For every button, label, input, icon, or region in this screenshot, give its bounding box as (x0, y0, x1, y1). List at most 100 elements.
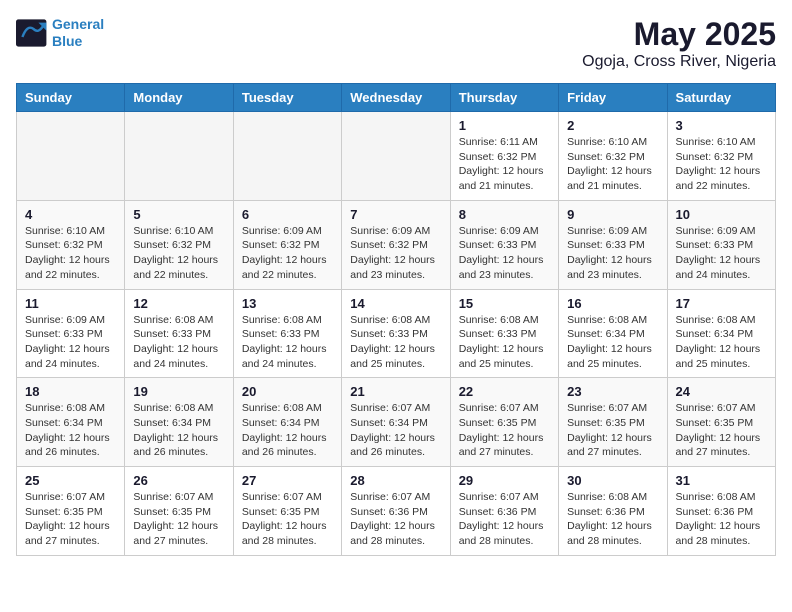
day-info: Sunrise: 6:10 AM Sunset: 6:32 PM Dayligh… (567, 135, 658, 194)
table-row (342, 112, 450, 201)
day-number: 24 (676, 384, 767, 399)
header-monday: Monday (125, 84, 233, 112)
day-info: Sunrise: 6:09 AM Sunset: 6:33 PM Dayligh… (567, 224, 658, 283)
day-number: 18 (25, 384, 116, 399)
table-row: 7 Sunrise: 6:09 AM Sunset: 6:32 PM Daylig… (342, 200, 450, 289)
day-number: 26 (133, 473, 224, 488)
table-row: 29Sunrise: 6:07 AM Sunset: 6:36 PM Dayli… (450, 467, 558, 556)
day-info: Sunrise: 6:08 AM Sunset: 6:34 PM Dayligh… (567, 313, 658, 372)
table-row: 15Sunrise: 6:08 AM Sunset: 6:33 PM Dayli… (450, 289, 558, 378)
day-info: Sunrise: 6:08 AM Sunset: 6:34 PM Dayligh… (133, 401, 224, 460)
table-row (233, 112, 341, 201)
day-number: 7 (350, 207, 441, 222)
day-info: Sunrise: 6:07 AM Sunset: 6:36 PM Dayligh… (350, 490, 441, 549)
page-header: General Blue May 2025 Ogoja, Cross River… (16, 16, 776, 71)
table-row: 14Sunrise: 6:08 AM Sunset: 6:33 PM Dayli… (342, 289, 450, 378)
table-row: 20Sunrise: 6:08 AM Sunset: 6:34 PM Dayli… (233, 378, 341, 467)
header-tuesday: Tuesday (233, 84, 341, 112)
day-info: Sunrise: 6:09 AM Sunset: 6:33 PM Dayligh… (25, 313, 116, 372)
table-row: 28 Sunrise: 6:07 AM Sunset: 6:36 PM Dayli… (342, 467, 450, 556)
calendar-subtitle: Ogoja, Cross River, Nigeria (582, 53, 776, 71)
table-row: 5 Sunrise: 6:10 AM Sunset: 6:32 PM Daylig… (125, 200, 233, 289)
day-number: 6 (242, 207, 333, 222)
day-number: 4 (25, 207, 116, 222)
table-row: 22 Sunrise: 6:07 AM Sunset: 6:35 PM Dayli… (450, 378, 558, 467)
header-saturday: Saturday (667, 84, 775, 112)
logo-line2: Blue (52, 33, 82, 49)
day-number: 8 (459, 207, 550, 222)
day-number: 13 (242, 296, 333, 311)
day-number: 11 (25, 296, 116, 311)
table-row: 24 Sunrise: 6:07 AM Sunset: 6:35 PM Dayli… (667, 378, 775, 467)
logo-text: General Blue (52, 16, 104, 50)
table-row: 8 Sunrise: 6:09 AM Sunset: 6:33 PM Daylig… (450, 200, 558, 289)
day-number: 9 (567, 207, 658, 222)
day-number: 19 (133, 384, 224, 399)
day-info: Sunrise: 6:10 AM Sunset: 6:32 PM Dayligh… (25, 224, 116, 283)
day-info: Sunrise: 6:07 AM Sunset: 6:35 PM Dayligh… (676, 401, 767, 460)
day-info: Sunrise: 6:11 AM Sunset: 6:32 PM Dayligh… (459, 135, 550, 194)
day-info: Sunrise: 6:10 AM Sunset: 6:32 PM Dayligh… (133, 224, 224, 283)
day-info: Sunrise: 6:09 AM Sunset: 6:33 PM Dayligh… (459, 224, 550, 283)
day-info: Sunrise: 6:09 AM Sunset: 6:33 PM Dayligh… (676, 224, 767, 283)
day-info: Sunrise: 6:10 AM Sunset: 6:32 PM Dayligh… (676, 135, 767, 194)
day-info: Sunrise: 6:07 AM Sunset: 6:35 PM Dayligh… (459, 401, 550, 460)
day-info: Sunrise: 6:08 AM Sunset: 6:33 PM Dayligh… (133, 313, 224, 372)
day-info: Sunrise: 6:07 AM Sunset: 6:36 PM Dayligh… (459, 490, 550, 549)
day-number: 5 (133, 207, 224, 222)
day-number: 10 (676, 207, 767, 222)
calendar-week-row: 11 Sunrise: 6:09 AM Sunset: 6:33 PM Dayli… (17, 289, 776, 378)
table-row (17, 112, 125, 201)
header-thursday: Thursday (450, 84, 558, 112)
day-info: Sunrise: 6:08 AM Sunset: 6:34 PM Dayligh… (242, 401, 333, 460)
day-number: 23 (567, 384, 658, 399)
day-number: 28 (350, 473, 441, 488)
table-row: 9 Sunrise: 6:09 AM Sunset: 6:33 PM Daylig… (559, 200, 667, 289)
header-friday: Friday (559, 84, 667, 112)
table-row: 27Sunrise: 6:07 AM Sunset: 6:35 PM Dayli… (233, 467, 341, 556)
table-row: 25 Sunrise: 6:07 AM Sunset: 6:35 PM Dayli… (17, 467, 125, 556)
weekday-header-row: Sunday Monday Tuesday Wednesday Thursday… (17, 84, 776, 112)
calendar-week-row: 25 Sunrise: 6:07 AM Sunset: 6:35 PM Dayli… (17, 467, 776, 556)
table-row: 19 Sunrise: 6:08 AM Sunset: 6:34 PM Dayli… (125, 378, 233, 467)
day-info: Sunrise: 6:07 AM Sunset: 6:34 PM Dayligh… (350, 401, 441, 460)
table-row: 16Sunrise: 6:08 AM Sunset: 6:34 PM Dayli… (559, 289, 667, 378)
table-row: 6 Sunrise: 6:09 AM Sunset: 6:32 PM Daylig… (233, 200, 341, 289)
calendar-title: May 2025 (582, 16, 776, 53)
logo-line1: General (52, 16, 104, 32)
logo-icon (16, 19, 48, 47)
day-number: 3 (676, 118, 767, 133)
calendar-week-row: 4 Sunrise: 6:10 AM Sunset: 6:32 PM Daylig… (17, 200, 776, 289)
day-number: 2 (567, 118, 658, 133)
day-number: 14 (350, 296, 441, 311)
logo: General Blue (16, 16, 104, 50)
table-row: 3 Sunrise: 6:10 AM Sunset: 6:32 PM Daylig… (667, 112, 775, 201)
table-row: 13 Sunrise: 6:08 AM Sunset: 6:33 PM Dayli… (233, 289, 341, 378)
day-info: Sunrise: 6:07 AM Sunset: 6:35 PM Dayligh… (242, 490, 333, 549)
day-number: 30 (567, 473, 658, 488)
table-row: 17 Sunrise: 6:08 AM Sunset: 6:34 PM Dayli… (667, 289, 775, 378)
table-row: 1Sunrise: 6:11 AM Sunset: 6:32 PM Daylig… (450, 112, 558, 201)
day-info: Sunrise: 6:07 AM Sunset: 6:35 PM Dayligh… (25, 490, 116, 549)
day-number: 22 (459, 384, 550, 399)
table-row: 23Sunrise: 6:07 AM Sunset: 6:35 PM Dayli… (559, 378, 667, 467)
day-info: Sunrise: 6:08 AM Sunset: 6:36 PM Dayligh… (567, 490, 658, 549)
day-number: 12 (133, 296, 224, 311)
day-info: Sunrise: 6:08 AM Sunset: 6:34 PM Dayligh… (25, 401, 116, 460)
day-info: Sunrise: 6:08 AM Sunset: 6:33 PM Dayligh… (459, 313, 550, 372)
table-row: 12 Sunrise: 6:08 AM Sunset: 6:33 PM Dayli… (125, 289, 233, 378)
day-number: 25 (25, 473, 116, 488)
table-row: 21Sunrise: 6:07 AM Sunset: 6:34 PM Dayli… (342, 378, 450, 467)
day-number: 31 (676, 473, 767, 488)
calendar-table: Sunday Monday Tuesday Wednesday Thursday… (16, 83, 776, 556)
day-info: Sunrise: 6:08 AM Sunset: 6:33 PM Dayligh… (242, 313, 333, 372)
header-sunday: Sunday (17, 84, 125, 112)
calendar-week-row: 1Sunrise: 6:11 AM Sunset: 6:32 PM Daylig… (17, 112, 776, 201)
day-number: 17 (676, 296, 767, 311)
day-info: Sunrise: 6:08 AM Sunset: 6:34 PM Dayligh… (676, 313, 767, 372)
table-row: 10 Sunrise: 6:09 AM Sunset: 6:33 PM Dayli… (667, 200, 775, 289)
day-info: Sunrise: 6:09 AM Sunset: 6:32 PM Dayligh… (350, 224, 441, 283)
table-row: 26Sunrise: 6:07 AM Sunset: 6:35 PM Dayli… (125, 467, 233, 556)
day-info: Sunrise: 6:09 AM Sunset: 6:32 PM Dayligh… (242, 224, 333, 283)
table-row: 11 Sunrise: 6:09 AM Sunset: 6:33 PM Dayli… (17, 289, 125, 378)
